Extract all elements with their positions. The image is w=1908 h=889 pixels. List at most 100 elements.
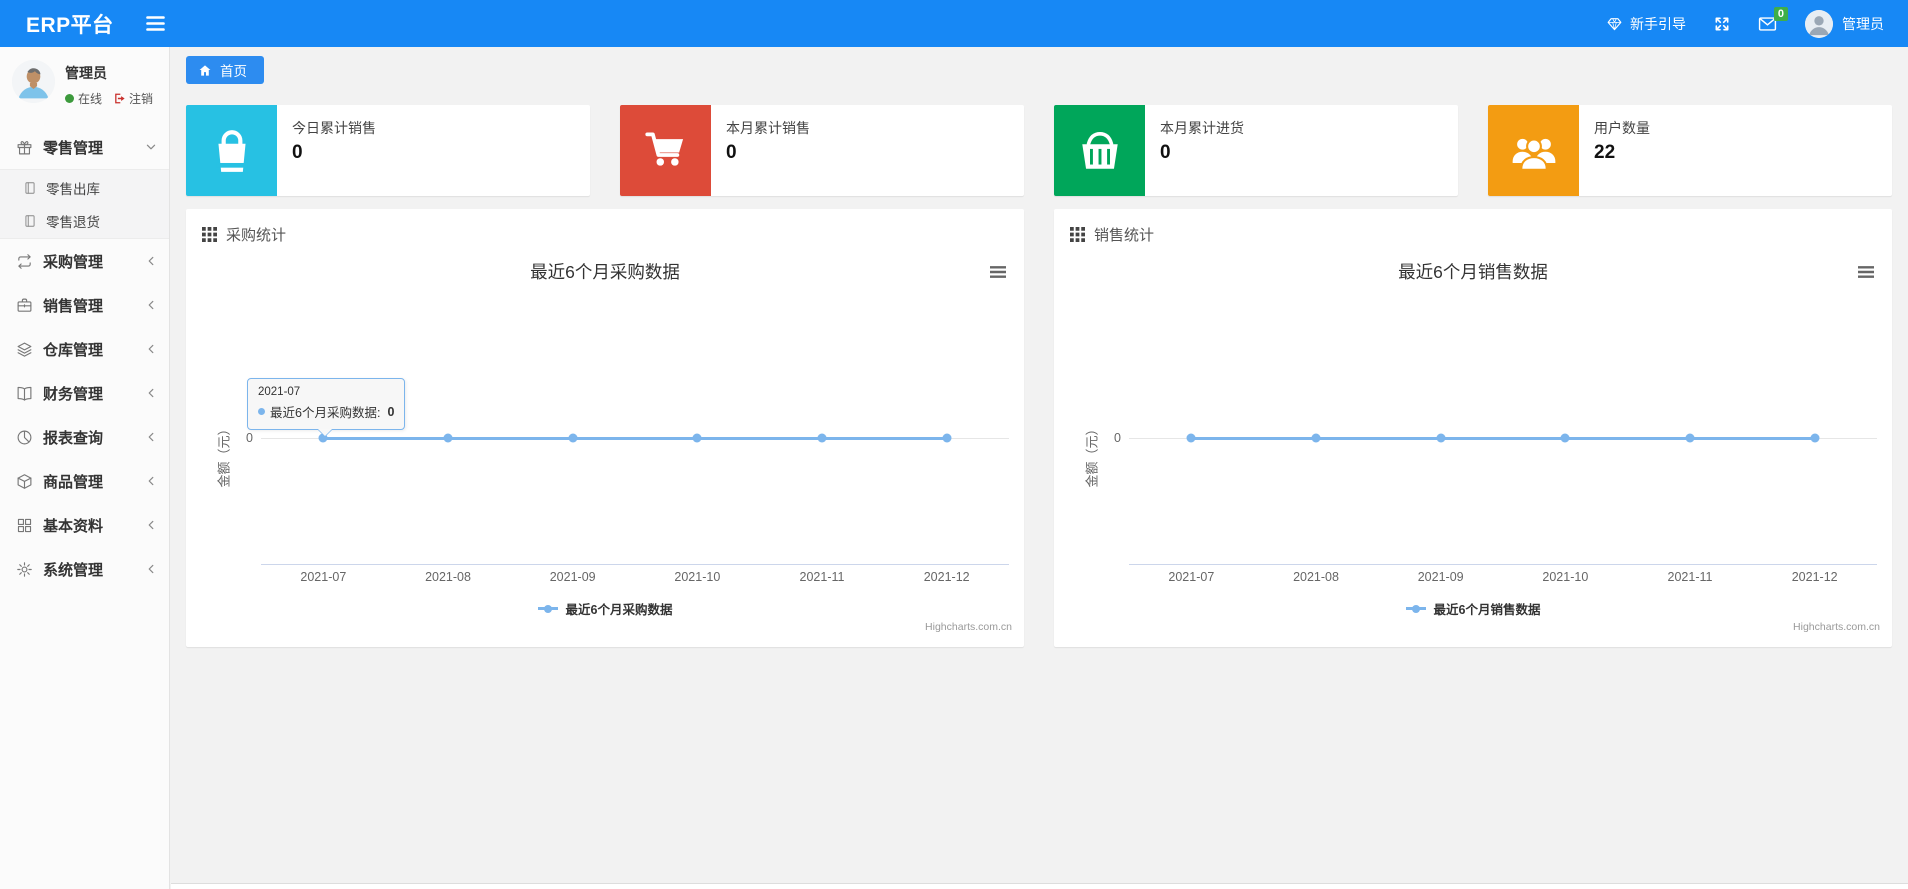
tab-home-label: 首页	[220, 64, 247, 79]
book-icon	[16, 385, 33, 402]
stat-card-month-sales: 本月累计销售 0	[620, 105, 1024, 196]
online-status-dot	[65, 94, 74, 103]
panel-header: 采购统计	[186, 209, 1024, 245]
panel-sales-stats: 销售统计最近6个月销售数据 0 金额（元） 2021-07 2021-08 2021-09…	[1054, 209, 1892, 647]
chart-title: 最近6个月销售数据	[1398, 262, 1548, 282]
home-icon	[198, 64, 212, 77]
sign-out-icon	[113, 92, 126, 105]
user-name: 管理员	[1842, 15, 1884, 32]
sidebar-item-label: 报表查询	[43, 429, 104, 447]
sidebar-item-sales[interactable]: 销售管理	[0, 283, 169, 327]
chevron-left-icon	[145, 475, 157, 487]
sidebar-item-warehouse[interactable]: 仓库管理	[0, 327, 169, 371]
journal-icon	[23, 214, 37, 228]
x-axis-tick-label: 2021-10	[1542, 570, 1589, 584]
x-axis-tick-label: 2021-12	[1791, 570, 1838, 584]
expand-icon	[1714, 16, 1730, 32]
legend-marker-icon	[1405, 604, 1426, 613]
data-point[interactable]	[568, 433, 578, 443]
sidebar-item-basic-data[interactable]: 基本资料	[0, 503, 169, 547]
sidebar: 管理员 在线 注销 零售管理 零售出库零售退货采购管理销售管理仓库管理财务管理报表…	[0, 47, 170, 889]
hamburger-icon	[145, 15, 165, 32]
user-menu[interactable]: 管理员	[1805, 9, 1884, 38]
sidebar-item-retail-return[interactable]: 零售退货	[0, 204, 169, 237]
avatar	[1805, 9, 1833, 38]
chart-credits[interactable]: Highcharts.com.cn	[925, 621, 1012, 633]
data-point[interactable]	[817, 433, 827, 443]
chart-export-menu-icon[interactable]	[987, 263, 1009, 281]
data-point[interactable]	[1810, 433, 1820, 443]
sidebar-item-purchase[interactable]: 采购管理	[0, 239, 169, 283]
y-axis-title: 金额（元）	[1084, 422, 1100, 488]
tab-home[interactable]: 首页	[186, 56, 264, 84]
navbar-right: 新手引导 0 管理员	[1606, 6, 1908, 38]
sidebar-menu: 零售管理 零售出库零售退货采购管理销售管理仓库管理财务管理报表查询商品管理基本资料…	[0, 125, 169, 591]
chart-title: 最近6个月采购数据	[530, 262, 680, 282]
messages-button[interactable]: 0	[1758, 6, 1788, 32]
chart-export-menu-icon[interactable]	[1855, 263, 1877, 281]
plot-area	[1129, 289, 1877, 565]
stat-cards: 今日累计销售 0 本月累计销售 0 本月累计进货 0 用户数量 22	[186, 105, 1892, 196]
data-point[interactable]	[443, 433, 453, 443]
data-point[interactable]	[1186, 433, 1196, 443]
chart-credits[interactable]: Highcharts.com.cn	[1793, 621, 1880, 633]
online-status-label: 在线	[78, 92, 103, 106]
sidebar-user-panel: 管理员 在线 注销	[0, 47, 169, 121]
main-content: 首页 今日累计销售 0 本月累计销售 0 本月累计进货 0 用户数量 22 采购统计 最近6个月…	[171, 47, 1908, 889]
panel-title: 采购统计	[226, 227, 287, 244]
series-marker-icon	[258, 408, 265, 415]
sidebar-item-label: 基本资料	[43, 517, 104, 535]
x-axis-tick-label: 2021-12	[923, 570, 970, 584]
pie-icon	[16, 429, 33, 446]
fullscreen-button[interactable]	[1714, 16, 1730, 32]
page-footer	[171, 883, 1908, 889]
layers-icon	[16, 341, 33, 358]
shopping-bag-icon	[186, 105, 277, 196]
chart-sales-stats: 最近6个月销售数据 0 金额（元） 2021-07 2021-08 2021-09 2021…	[1054, 249, 1892, 647]
legend-item[interactable]: 最近6个月采购数据	[186, 599, 1024, 618]
sidebar-item-retail[interactable]: 零售管理	[0, 125, 169, 169]
sidebar-item-retail-outbound[interactable]: 零售出库	[0, 171, 169, 204]
stat-card-value: 0	[1160, 142, 1171, 163]
guide-label: 新手引导	[1630, 15, 1686, 32]
sidebar-item-label: 财务管理	[43, 385, 104, 403]
x-axis-tick-label: 2021-07	[300, 570, 347, 584]
stat-card-value: 0	[726, 142, 737, 163]
sidebar-user-name: 管理员	[65, 65, 107, 81]
data-point[interactable]	[1685, 433, 1695, 443]
x-axis-tick-label: 2021-09	[549, 570, 596, 584]
stat-card-user-count: 用户数量 22	[1488, 105, 1892, 196]
x-axis-labels: 2021-07 2021-08 2021-09 2021-10 2021-11 2021-…	[261, 570, 1009, 586]
gem-icon	[1606, 16, 1623, 32]
stat-card-label: 用户数量	[1594, 120, 1650, 136]
sidebar-toggle-button[interactable]	[134, 11, 177, 36]
sidebar-item-label: 仓库管理	[43, 341, 104, 359]
app-brand: ERP平台	[26, 13, 114, 37]
tooltip-series-label: 最近6个月采购数据:	[270, 406, 381, 420]
sidebar-subitem-label: 零售退货	[46, 214, 100, 230]
stat-card-label: 本月累计销售	[726, 120, 810, 136]
avatar	[12, 60, 55, 103]
data-point[interactable]	[1560, 433, 1570, 443]
box-icon	[16, 473, 33, 490]
series-line	[1191, 436, 1815, 440]
x-axis-tick-label: 2021-08	[1293, 570, 1339, 584]
legend-item[interactable]: 最近6个月销售数据	[1054, 599, 1892, 618]
data-point[interactable]	[942, 433, 952, 443]
sidebar-item-goods[interactable]: 商品管理	[0, 459, 169, 503]
logout-button[interactable]: 注销	[113, 90, 153, 107]
sidebar-item-system[interactable]: 系统管理	[0, 547, 169, 591]
sidebar-item-finance[interactable]: 财务管理	[0, 371, 169, 415]
data-point[interactable]	[1311, 433, 1321, 443]
stat-card-month-purchase: 本月累计进货 0	[1054, 105, 1458, 196]
sidebar-item-reports[interactable]: 报表查询	[0, 415, 169, 459]
repeat-icon	[16, 253, 33, 270]
stat-card-label: 今日累计销售	[292, 120, 376, 136]
x-axis-tick-label: 2021-08	[425, 570, 471, 584]
panel-title: 销售统计	[1094, 227, 1155, 244]
sidebar-item-label: 商品管理	[43, 473, 104, 491]
sidebar-item-label: 采购管理	[43, 253, 104, 271]
guide-button[interactable]: 新手引导	[1606, 14, 1686, 34]
data-point[interactable]	[692, 433, 702, 443]
data-point[interactable]	[1436, 433, 1446, 443]
